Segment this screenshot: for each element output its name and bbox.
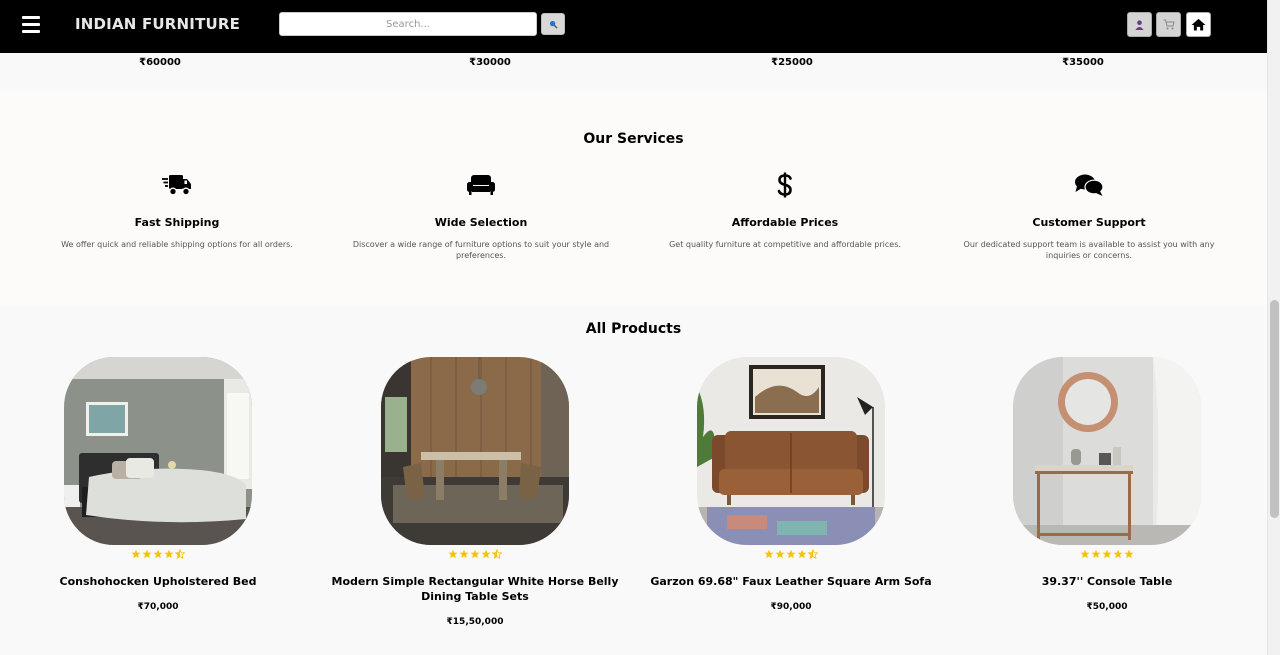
search-input[interactable] xyxy=(279,12,537,36)
star-icon xyxy=(481,549,491,559)
products-section: All Products Conshohocken Upholstered Be… xyxy=(0,305,1267,655)
product-price: ₹90,000 xyxy=(770,602,812,612)
couch-icon xyxy=(467,175,495,195)
home-button[interactable] xyxy=(1186,12,1211,37)
services-title: Our Services xyxy=(583,131,684,147)
product-price: ₹25000 xyxy=(771,57,813,68)
search-icon xyxy=(549,20,558,29)
service-title: Affordable Prices xyxy=(731,216,839,229)
service-wide-selection: Wide Selection Discover a wide range of … xyxy=(351,170,611,261)
products-title: All Products xyxy=(585,321,682,337)
product-card: Garzon 69.68" Faux Leather Square Arm So… xyxy=(636,357,946,612)
user-button[interactable] xyxy=(1127,12,1152,37)
service-fast-shipping: Fast Shipping We offer quick and reliabl… xyxy=(47,170,307,250)
product-name[interactable]: Modern Simple Rectangular White Horse Be… xyxy=(320,574,630,604)
product-card: Conshohocken Upholstered Bed ₹70,000 xyxy=(3,357,313,612)
cart-icon xyxy=(1163,19,1175,30)
star-icon xyxy=(786,549,796,559)
star-icon xyxy=(1102,549,1112,559)
shipping-truck-icon xyxy=(162,175,191,196)
star-half-icon xyxy=(492,549,502,559)
product-name[interactable]: Garzon 69.68" Faux Leather Square Arm So… xyxy=(636,574,946,589)
rating-stars xyxy=(952,549,1262,561)
star-icon xyxy=(153,549,163,559)
rating-stars xyxy=(320,549,630,561)
star-icon xyxy=(131,549,141,559)
star-icon xyxy=(775,549,785,559)
product-price: ₹35000 xyxy=(1062,57,1104,68)
product-price: ₹50,000 xyxy=(1086,602,1128,612)
service-description: Our dedicated support team is available … xyxy=(963,240,1215,260)
rating-stars xyxy=(3,549,313,561)
service-customer-support: Customer Support Our dedicated support t… xyxy=(959,170,1219,261)
service-description: Get quality furniture at competitive and… xyxy=(669,240,901,249)
service-description: We offer quick and reliable shipping opt… xyxy=(61,240,293,249)
star-icon xyxy=(1113,549,1123,559)
service-title: Customer Support xyxy=(1032,216,1146,229)
product-price: ₹30000 xyxy=(469,57,511,68)
product-image-dining-table[interactable] xyxy=(381,357,569,545)
product-card: Modern Simple Rectangular White Horse Be… xyxy=(320,357,630,627)
product-name[interactable]: 39.37'' Console Table xyxy=(952,574,1262,589)
product-price: ₹70,000 xyxy=(137,602,179,612)
star-icon xyxy=(764,549,774,559)
navbar: INDIAN FURNITURE xyxy=(0,0,1267,53)
product-image-bed[interactable] xyxy=(64,357,252,545)
cart-button[interactable] xyxy=(1156,12,1181,37)
star-half-icon xyxy=(175,549,185,559)
search-button[interactable] xyxy=(541,13,565,35)
service-description: Discover a wide range of furniture optio… xyxy=(352,240,610,260)
services-section: Our Services Fast Shipping We offer quic… xyxy=(0,90,1267,305)
rating-stars xyxy=(636,549,946,561)
service-title: Wide Selection xyxy=(434,216,528,229)
home-icon xyxy=(1191,18,1206,31)
previous-products-prices: ₹60000 ₹30000 ₹25000 ₹35000 xyxy=(0,53,1267,90)
chat-bubbles-icon xyxy=(1075,174,1104,196)
star-icon xyxy=(1124,549,1134,559)
product-name[interactable]: Conshohocken Upholstered Bed xyxy=(3,574,313,589)
user-icon xyxy=(1135,19,1144,30)
star-half-icon xyxy=(808,549,818,559)
product-image-sofa[interactable] xyxy=(697,357,885,545)
star-icon xyxy=(164,549,174,559)
scrollbar-thumb[interactable] xyxy=(1270,300,1279,518)
dollar-icon xyxy=(777,172,792,198)
star-icon xyxy=(797,549,807,559)
star-icon xyxy=(470,549,480,559)
star-icon xyxy=(459,549,469,559)
product-image-console-table[interactable] xyxy=(1013,357,1201,545)
star-icon xyxy=(142,549,152,559)
star-icon xyxy=(448,549,458,559)
page-scrollbar[interactable] xyxy=(1267,0,1280,655)
brand-logo[interactable]: INDIAN FURNITURE xyxy=(75,15,240,33)
product-price: ₹60000 xyxy=(139,57,181,68)
product-price: ₹15,50,000 xyxy=(446,617,504,627)
menu-icon[interactable] xyxy=(22,16,40,34)
service-title: Fast Shipping xyxy=(134,216,220,229)
star-icon xyxy=(1091,549,1101,559)
service-affordable-prices: Affordable Prices Get quality furniture … xyxy=(655,170,915,250)
product-card: 39.37'' Console Table ₹50,000 xyxy=(952,357,1262,612)
star-icon xyxy=(1080,549,1090,559)
